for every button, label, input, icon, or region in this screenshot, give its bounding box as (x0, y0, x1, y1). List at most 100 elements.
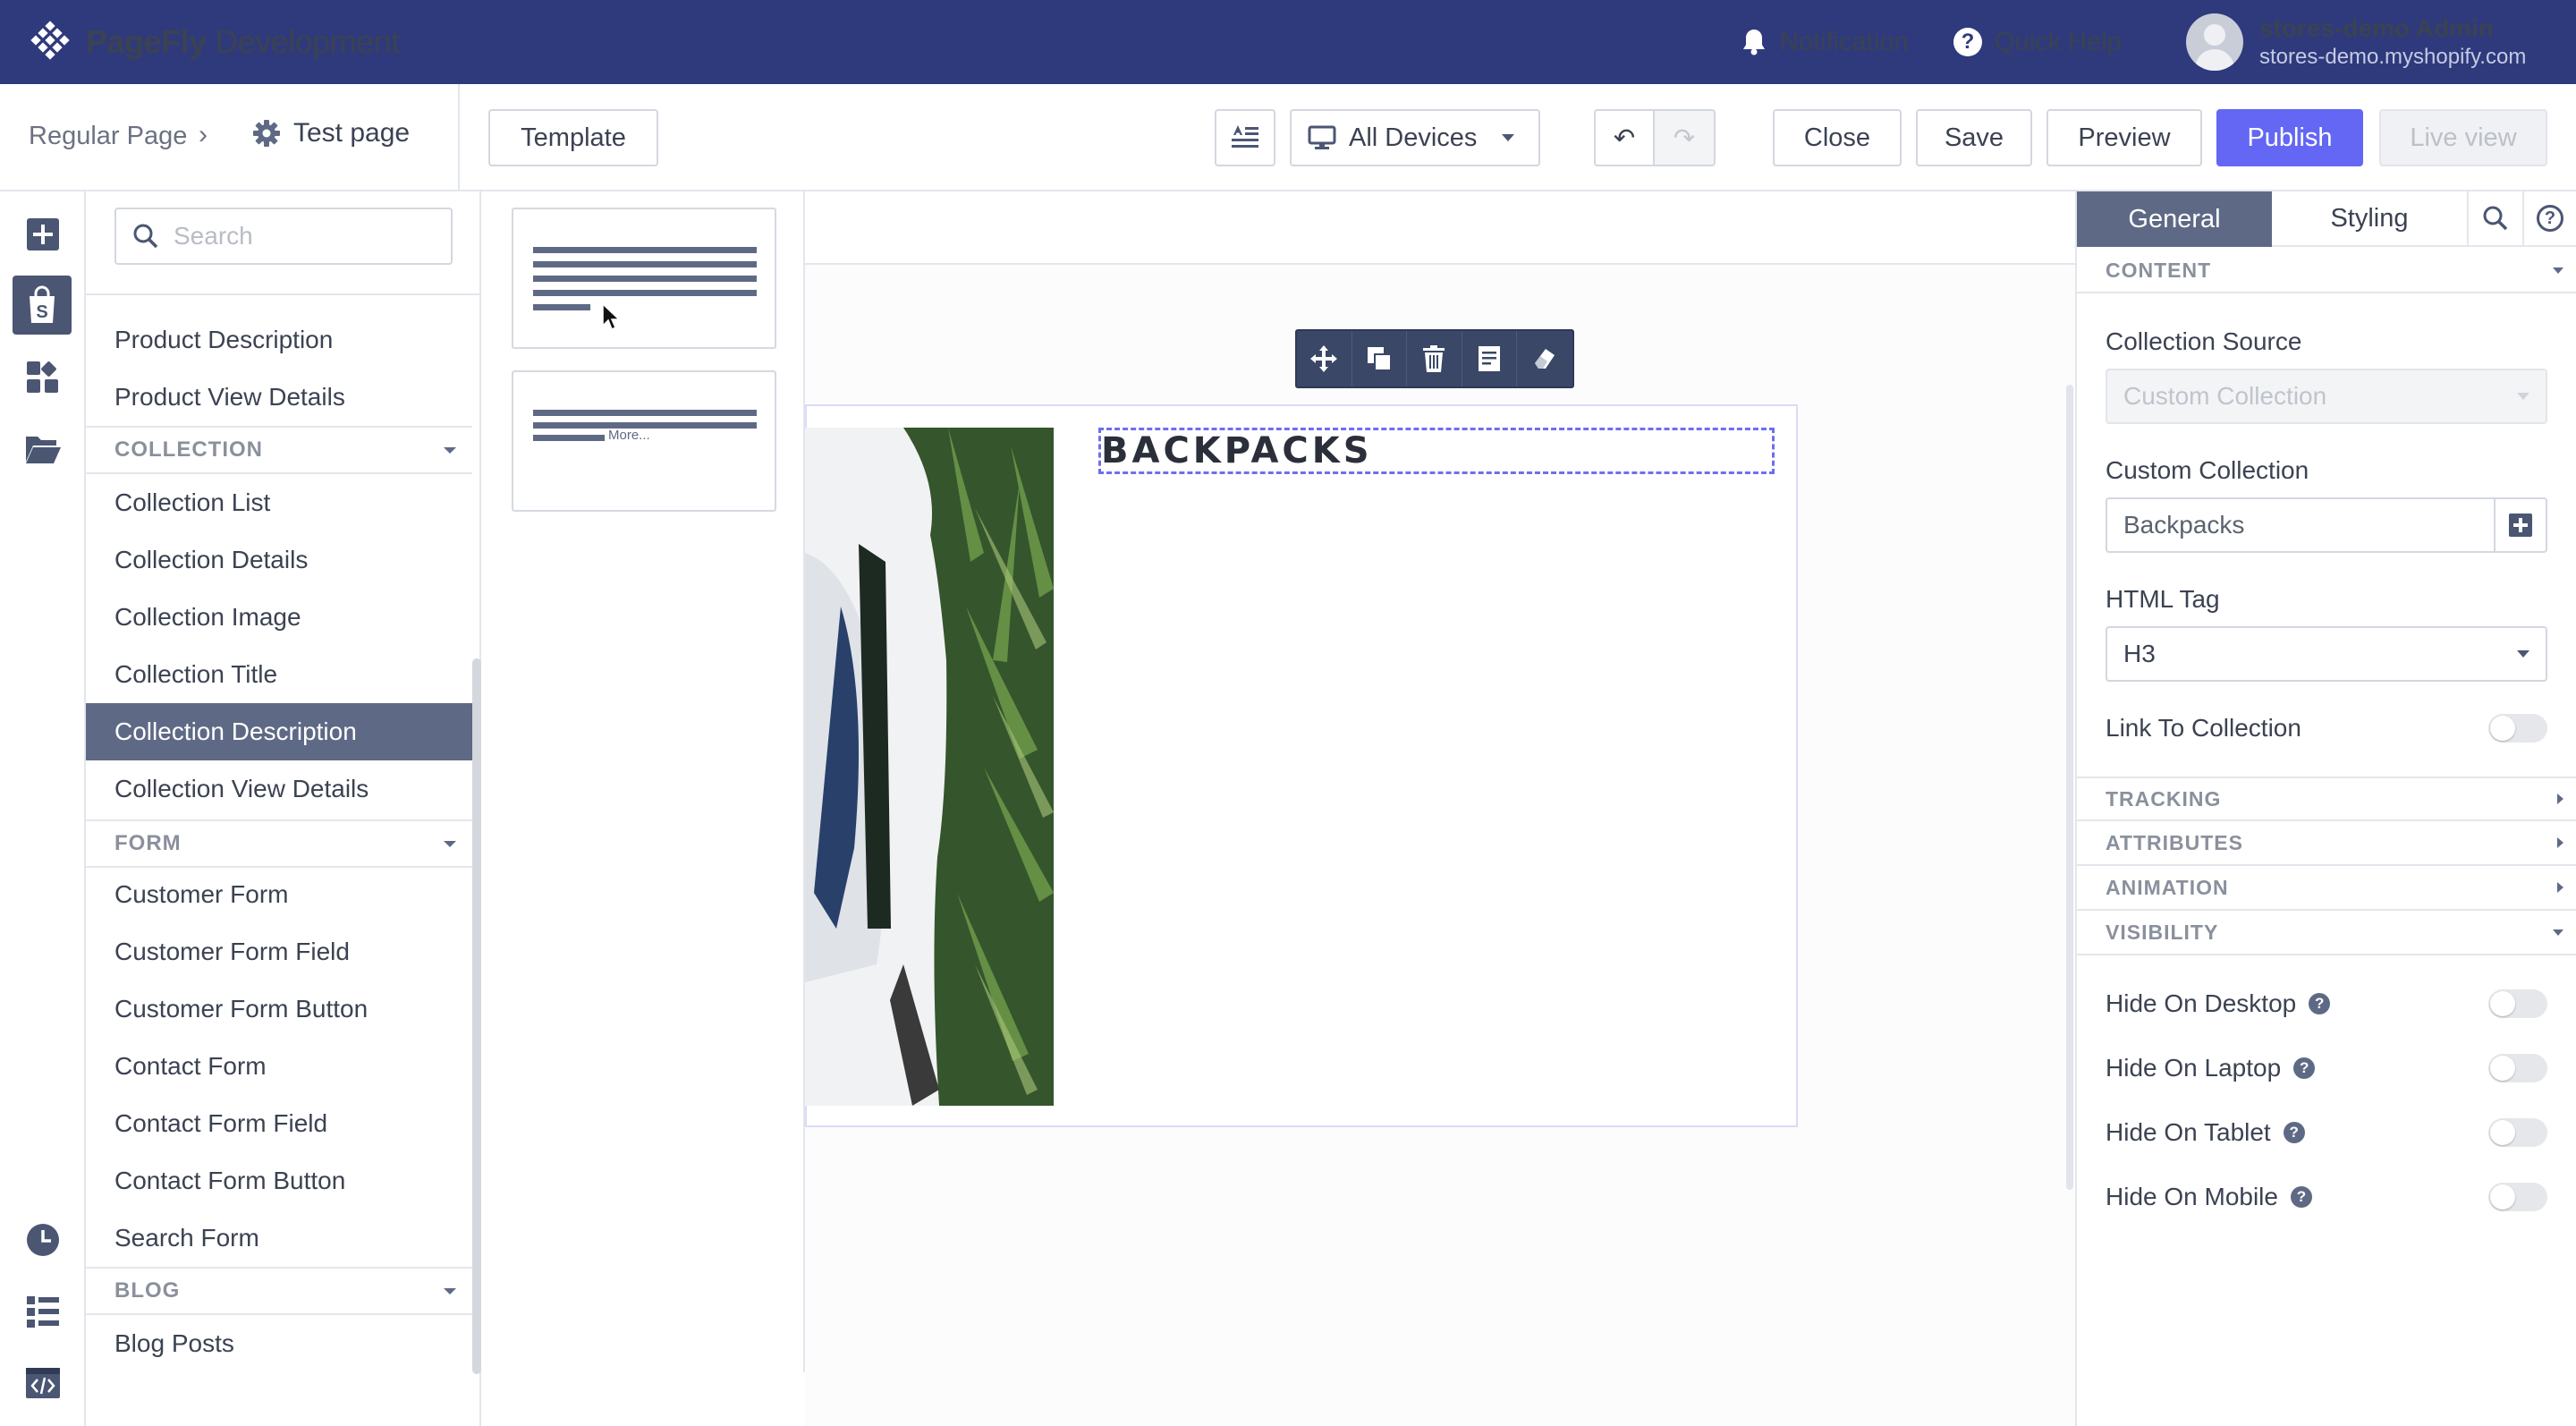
link-to-collection-toggle[interactable] (2488, 714, 2547, 743)
code-icon (26, 1368, 60, 1398)
list-item-blog-posts[interactable]: Blog Posts (86, 1315, 472, 1372)
canvas-scrollbar[interactable] (2066, 385, 2073, 1190)
list-item-contact-form[interactable]: Contact Form (86, 1038, 472, 1095)
add-collection-button[interactable] (2494, 499, 2546, 551)
heading-text: BACKPACKS (1101, 430, 1373, 471)
section-header-tracking[interactable]: TRACKING (2077, 777, 2576, 821)
page-settings-breadcrumb[interactable]: Test page (252, 118, 410, 149)
caret-down-icon (2517, 393, 2529, 400)
preview-button[interactable]: Preview (2046, 109, 2202, 166)
list-item-customer-form-field[interactable]: Customer Form Field (86, 923, 472, 980)
tab-styling[interactable]: Styling (2272, 191, 2467, 247)
publish-button[interactable]: Publish (2216, 109, 2363, 166)
monitor-icon (1308, 125, 1336, 149)
caret-down-icon (2553, 267, 2563, 274)
group-title: BLOG (114, 1278, 181, 1303)
html-tag-select[interactable]: H3 (2106, 626, 2547, 682)
hide-on-tablet-toggle[interactable] (2488, 1118, 2547, 1147)
tab-general[interactable]: General (2077, 191, 2272, 247)
hide-on-laptop-toggle[interactable] (2488, 1054, 2547, 1082)
hide-on-mobile-label: Hide On Mobile (2106, 1183, 2278, 1210)
group-header-collection[interactable]: COLLECTION (86, 426, 472, 474)
custom-collection-field[interactable]: Backpacks (2106, 497, 2547, 553)
duplicate-button[interactable] (1352, 331, 1408, 386)
section-header-visibility[interactable]: VISIBILITY (2077, 911, 2576, 955)
canvas-top-section (805, 191, 2075, 265)
redo-button[interactable]: ↷ (1653, 109, 1716, 166)
list-item-collection-title[interactable]: Collection Title (86, 646, 472, 703)
help-icon[interactable]: ? (2283, 1122, 2305, 1143)
list-item-contact-form-button[interactable]: Contact Form Button (86, 1152, 472, 1210)
element-search-field[interactable] (114, 208, 453, 265)
clear-style-button[interactable] (1517, 331, 1572, 386)
collection-title-heading[interactable]: BACKPACKS (1098, 428, 1775, 474)
element-action-toolbar (1295, 329, 1574, 388)
shopify-elements-button[interactable]: S (13, 276, 72, 335)
html-tag-label: HTML Tag (2106, 585, 2220, 613)
delete-button[interactable] (1407, 331, 1462, 386)
breadcrumb-page-type[interactable]: Regular Page (29, 122, 187, 151)
list-item-collection-list[interactable]: Collection List (86, 474, 472, 531)
list-item-customer-form[interactable]: Customer Form (86, 866, 472, 923)
apps-button[interactable] (21, 356, 64, 399)
list-item-collection-image[interactable]: Collection Image (86, 589, 472, 646)
live-view-button[interactable]: Live view (2379, 109, 2547, 166)
collection-source-select[interactable]: Custom Collection (2106, 369, 2547, 424)
close-button[interactable]: Close (1773, 109, 1902, 166)
history-button[interactable] (21, 1218, 64, 1261)
text-align-icon (1232, 125, 1258, 148)
element-list-scrollbar[interactable] (472, 658, 481, 1374)
template-button[interactable]: Template (488, 109, 658, 166)
variant-description-full[interactable] (512, 208, 776, 349)
list-item-collection-details[interactable]: Collection Details (86, 531, 472, 589)
undo-button[interactable]: ↶ (1594, 109, 1655, 166)
help-icon[interactable]: ? (2309, 993, 2331, 1014)
hide-on-mobile-toggle[interactable] (2488, 1183, 2547, 1211)
files-button[interactable] (21, 428, 64, 471)
section-header-content[interactable]: CONTENT (2077, 249, 2576, 293)
save-button[interactable]: Save (1916, 109, 2032, 166)
outline-list-icon (27, 1296, 59, 1328)
variant-description-more[interactable]: More... (512, 370, 776, 512)
devices-dropdown[interactable]: All Devices (1290, 109, 1540, 166)
text-layout-button[interactable] (1215, 109, 1275, 166)
add-square-icon (27, 218, 59, 250)
link-to-collection-label: Link To Collection (2106, 714, 2301, 742)
code-editor-button[interactable] (21, 1362, 64, 1405)
quick-help-button[interactable]: ? Quick Help (1953, 20, 2122, 64)
list-item-contact-form-field[interactable]: Contact Form Field (86, 1095, 472, 1152)
help-circle-icon: ? (1953, 28, 1982, 56)
section-header-animation[interactable]: ANIMATION (2077, 866, 2576, 911)
list-item-collection-view-details[interactable]: Collection View Details (86, 760, 472, 818)
move-button[interactable] (1297, 331, 1352, 386)
caret-down-icon (2517, 650, 2529, 658)
hide-on-desktop-toggle[interactable] (2488, 989, 2547, 1018)
section-header-attributes[interactable]: ATTRIBUTES (2077, 821, 2576, 866)
notification-button[interactable]: Notification (1741, 20, 1908, 64)
list-item-customer-form-button[interactable]: Customer Form Button (86, 980, 472, 1038)
save-as-block-button[interactable] (1462, 331, 1518, 386)
list-item-product-description[interactable]: Product Description (86, 311, 472, 369)
search-input[interactable] (174, 222, 424, 250)
shopping-bag-icon: S (30, 285, 55, 323)
help-icon[interactable]: ? (2290, 1186, 2312, 1208)
undo-icon: ↶ (1613, 123, 1636, 153)
bell-icon (1743, 30, 1765, 55)
list-item-product-view-details[interactable]: Product View Details (86, 369, 472, 426)
inspector-search-button[interactable] (2467, 191, 2522, 247)
caret-down-icon (2553, 929, 2563, 936)
user-menu[interactable]: stores-demo Admin stores-demo.myshopify.… (2186, 9, 2526, 75)
list-item-search-form[interactable]: Search Form (86, 1210, 472, 1267)
help-icon[interactable]: ? (2293, 1057, 2316, 1079)
list-item-collection-description[interactable]: Collection Description (86, 703, 472, 760)
inspector-help-button[interactable]: ? (2522, 191, 2576, 247)
add-element-button[interactable] (21, 213, 64, 256)
group-header-form[interactable]: FORM (86, 819, 472, 868)
section-title: ANIMATION (2106, 875, 2229, 899)
layers-button[interactable] (21, 1290, 64, 1333)
mouse-cursor-icon (602, 302, 621, 331)
brand[interactable]: PageFly Development (29, 16, 400, 68)
group-header-blog[interactable]: BLOG (86, 1267, 472, 1315)
collection-image[interactable] (805, 428, 1054, 1106)
hide-on-tablet-row: Hide On Tablet? (2106, 1115, 2547, 1150)
